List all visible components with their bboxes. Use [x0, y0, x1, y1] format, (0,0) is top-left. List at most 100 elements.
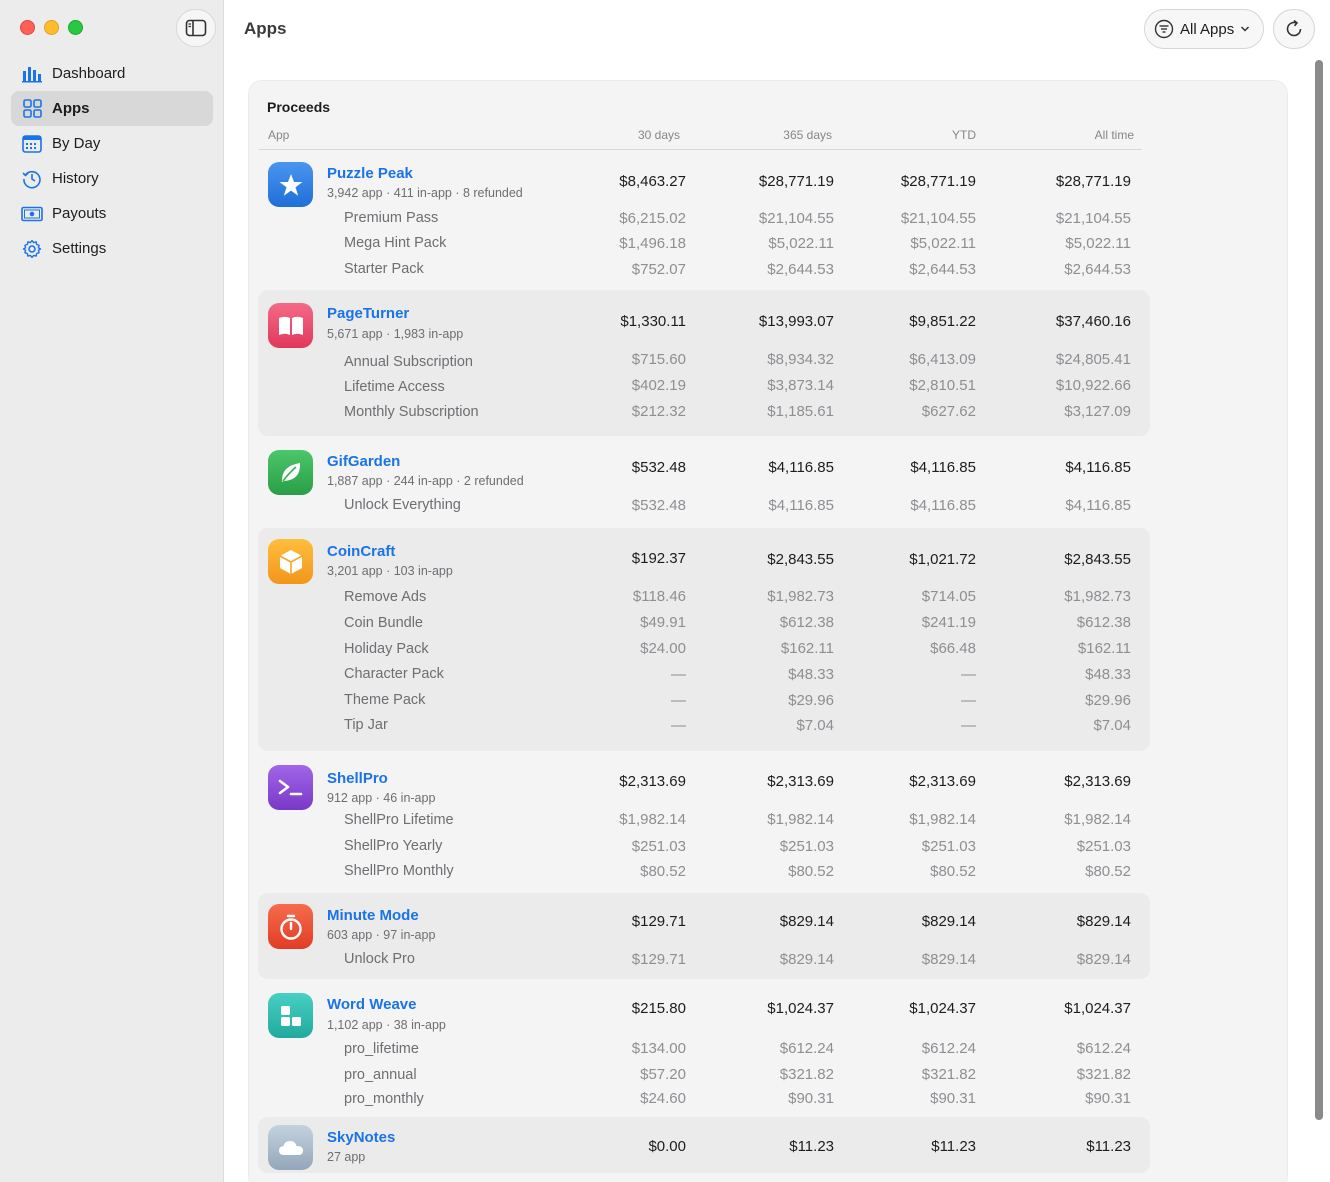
iap-label: pro_annual [344, 1067, 417, 1083]
sidebar-item-label: Apps [52, 100, 90, 117]
app-summary: 603 app · 97 in-app [327, 928, 436, 942]
close-window-button[interactable] [20, 20, 35, 35]
iap-label: pro_monthly [344, 1091, 424, 1107]
iap-value-365-days: $321.82 [779, 1066, 834, 1083]
iap-value-all-time: $251.03 [1076, 838, 1131, 855]
app-name-link[interactable]: CoinCraft [327, 543, 395, 560]
iap-value-365-days: $48.33 [788, 666, 834, 683]
app-filter-dropdown[interactable]: All Apps [1144, 9, 1264, 49]
sidebar-item-dashboard[interactable]: Dashboard [11, 56, 213, 91]
app-summary: 1,887 app · 244 in-app · 2 refunded [327, 474, 524, 488]
app-name-link[interactable]: ShellPro [327, 770, 388, 787]
value-30-days: $532.48 [631, 459, 686, 476]
sidebar-item-payouts[interactable]: Payouts [11, 196, 213, 231]
page-title: Apps [244, 19, 287, 38]
iap-value-30-days: $1,496.18 [619, 235, 686, 252]
value-365-days: $4,116.85 [768, 459, 834, 476]
iap-label: Theme Pack [344, 692, 426, 708]
grid-icon [21, 98, 43, 120]
iap-value-365-days: $90.31 [788, 1090, 834, 1107]
iap-label: Premium Pass [344, 210, 439, 226]
iap-value-365-days: $7.04 [796, 717, 834, 734]
iap-value-365-days: $8,934.32 [767, 351, 834, 368]
iap-value-30-days: $532.48 [631, 497, 686, 514]
iap-label: ShellPro Monthly [344, 863, 454, 879]
sidebar-item-settings[interactable]: Settings [11, 231, 213, 266]
value-ytd: $1,021.72 [909, 551, 976, 568]
iap-value-ytd: $612.24 [921, 1040, 976, 1057]
column-header-30-days: 30 days [637, 128, 680, 142]
iap-value-ytd: $2,644.53 [909, 261, 976, 278]
app-group-word-weave: Word Weave 1,102 app · 38 in-app $215.80… [258, 985, 1150, 1115]
iap-value-all-time: $10,922.66 [1055, 377, 1131, 394]
iap-label: Unlock Everything [344, 497, 461, 513]
iap-value-365-days: $829.14 [779, 951, 834, 968]
app-name-link[interactable]: Puzzle Peak [327, 165, 413, 182]
iap-value-all-time: $24,805.41 [1055, 351, 1131, 368]
value-ytd: $28,771.19 [900, 173, 976, 190]
iap-value-30-days: $752.07 [631, 261, 686, 278]
sidebar-item-label: By Day [52, 135, 101, 152]
app-name-link[interactable]: Minute Mode [327, 907, 419, 924]
iap-value-365-days: $2,644.53 [767, 261, 834, 278]
iap-value-all-time: $48.33 [1085, 666, 1131, 683]
banknote-icon [21, 203, 43, 225]
vertical-scrollbar[interactable] [1312, 60, 1326, 1182]
iap-value-30-days: $49.91 [640, 614, 686, 631]
sidebar-nav: Dashboard Apps By Day History Payouts Se… [11, 56, 213, 266]
zoom-window-button[interactable] [68, 20, 83, 35]
iap-value-30-days: — [671, 692, 686, 709]
iap-value-30-days: $80.52 [640, 863, 686, 880]
sidebar-item-label: History [52, 170, 99, 187]
iap-value-all-time: $5,022.11 [1065, 235, 1131, 252]
iap-value-all-time: $1,982.14 [1064, 811, 1131, 828]
iap-value-ytd: $6,413.09 [909, 351, 976, 368]
minimize-window-button[interactable] [44, 20, 59, 35]
scrollbar-thumb[interactable] [1315, 60, 1323, 1120]
iap-value-all-time: $80.52 [1085, 863, 1131, 880]
app-name-link[interactable]: GifGarden [327, 453, 400, 470]
refresh-button[interactable] [1273, 9, 1315, 49]
sidebar-toggle-button[interactable] [176, 9, 216, 47]
sidebar: Dashboard Apps By Day History Payouts Se… [0, 0, 224, 1182]
star-icon [268, 162, 313, 207]
value-ytd: $11.23 [931, 1138, 976, 1155]
iap-label: Holiday Pack [344, 641, 429, 657]
iap-value-365-days: $1,982.73 [767, 588, 834, 605]
value-all-time: $11.23 [1086, 1138, 1131, 1155]
column-header-all-time: All time [1094, 128, 1134, 142]
iap-value-365-days: $3,873.14 [767, 377, 834, 394]
column-header-365-days: 365 days [783, 128, 832, 142]
iap-value-all-time: $21,104.55 [1055, 210, 1131, 227]
iap-value-all-time: $1,982.73 [1064, 588, 1131, 605]
sidebar-item-apps[interactable]: Apps [11, 91, 213, 126]
value-30-days: $192.37 [631, 550, 686, 567]
sidebar-item-history[interactable]: History [11, 161, 213, 196]
value-30-days: $2,313.69 [619, 773, 686, 790]
iap-label: Monthly Subscription [344, 404, 479, 420]
value-30-days: $8,463.27 [619, 173, 686, 190]
iap-value-30-days: $402.19 [631, 377, 686, 394]
iap-value-30-days: $6,215.02 [619, 210, 686, 227]
tiles-icon [268, 993, 313, 1038]
iap-value-365-days: $1,982.14 [767, 811, 834, 828]
value-365-days: $829.14 [779, 913, 834, 930]
app-summary: 1,102 app · 38 in-app [327, 1018, 446, 1032]
iap-value-ytd: — [961, 692, 976, 709]
iap-label: Annual Subscription [344, 354, 473, 370]
app-name-link[interactable]: SkyNotes [327, 1129, 395, 1146]
value-365-days: $28,771.19 [758, 173, 834, 190]
iap-value-ytd: $80.52 [930, 863, 976, 880]
iap-value-all-time: $3,127.09 [1064, 403, 1131, 420]
iap-value-30-days: — [671, 717, 686, 734]
app-name-link[interactable]: PageTurner [327, 305, 409, 322]
iap-value-ytd: — [961, 666, 976, 683]
iap-value-365-days: $162.11 [780, 640, 834, 657]
iap-value-ytd: $4,116.85 [910, 497, 976, 514]
app-name-link[interactable]: Word Weave [327, 996, 416, 1013]
iap-value-30-days: $715.60 [631, 351, 686, 368]
terminal-icon [268, 765, 313, 810]
iap-value-all-time: $162.11 [1077, 640, 1131, 657]
sidebar-item-by-day[interactable]: By Day [11, 126, 213, 161]
app-summary: 912 app · 46 in-app [327, 791, 436, 805]
